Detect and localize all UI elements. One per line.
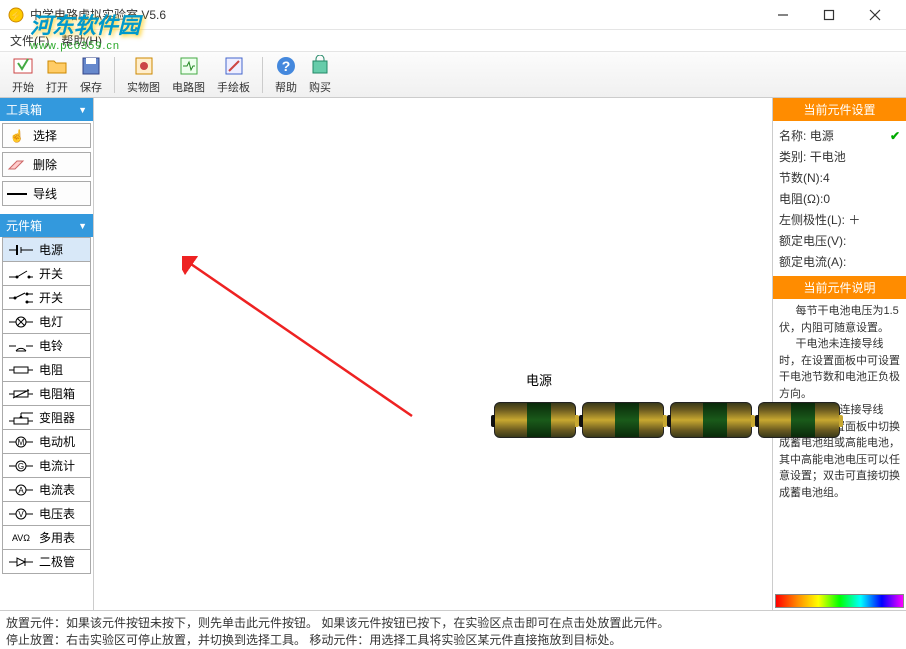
bell-symbol-icon	[7, 339, 35, 353]
tool-delete[interactable]: 删除	[2, 152, 91, 177]
diode-symbol-icon	[7, 555, 35, 569]
start-icon	[12, 55, 34, 77]
menu-help[interactable]: 帮助(H)	[55, 32, 108, 49]
toolbar-buy[interactable]: 购买	[303, 53, 337, 97]
battery-pack[interactable]	[494, 402, 840, 438]
statusbar: 放置元件：如果该元件按钮未按下，则先单击此元件按钮。 如果该元件按钮已按下，在实…	[0, 610, 906, 648]
buy-icon	[309, 55, 331, 77]
rheostat-symbol-icon	[7, 411, 35, 425]
toolbar-open[interactable]: 打开	[40, 53, 74, 97]
prop-type[interactable]: 类别: 干电池	[779, 146, 900, 167]
comp-resistor[interactable]: 电阻	[2, 358, 91, 382]
multimeter-symbol-icon: AVΩ	[7, 531, 35, 545]
toolbar-help[interactable]: ?帮助	[269, 53, 303, 97]
tool-wire[interactable]: 导线	[2, 181, 91, 206]
prop-resistance[interactable]: 电阻(Ω):0	[779, 188, 900, 209]
toolbox-header[interactable]: 工具箱▼	[0, 98, 93, 121]
voltmeter-symbol-icon: V	[7, 507, 35, 521]
motor-symbol-icon: M	[7, 435, 35, 449]
toolbar-real[interactable]: 实物图	[121, 53, 166, 97]
resistor-symbol-icon	[7, 363, 35, 377]
menubar: 文件(F) 帮助(H)	[0, 30, 906, 52]
svg-text:V: V	[18, 510, 24, 519]
draw-icon	[223, 55, 245, 77]
toolbar-start[interactable]: 开始	[6, 53, 40, 97]
prop-current[interactable]: 额定电流(A):	[779, 251, 900, 272]
left-panel: 工具箱▼ ☝选择 删除 导线 元件箱▼ 电源 开关 开关 电灯 电铃 电阻 电阻…	[0, 98, 94, 610]
lamp-symbol-icon	[7, 315, 35, 329]
pointer-icon: ☝	[7, 129, 27, 143]
status-line1: 放置元件：如果该元件按钮未按下，则先单击此元件按钮。 如果该元件按钮已按下，在实…	[6, 615, 900, 632]
compbox-header[interactable]: 元件箱▼	[0, 214, 93, 237]
toolbar-draw[interactable]: 手绘板	[211, 53, 256, 97]
props-header: 当前元件设置	[773, 98, 906, 121]
toolbar-circuit[interactable]: 电路图	[166, 53, 211, 97]
prop-voltage[interactable]: 额定电压(V):	[779, 230, 900, 251]
battery-cell	[582, 402, 664, 438]
real-icon	[133, 55, 155, 77]
comp-multimeter[interactable]: AVΩ多用表	[2, 526, 91, 550]
svg-text:⚡: ⚡	[10, 9, 22, 22]
battery-cell	[670, 402, 752, 438]
app-icon: ⚡	[8, 7, 24, 23]
desc-header: 当前元件说明	[773, 276, 906, 299]
help-icon: ?	[275, 55, 297, 77]
toolbar: 开始 打开 保存 实物图 电路图 手绘板 ?帮助 购买	[0, 52, 906, 98]
battery-cell	[758, 402, 840, 438]
comp-ammeter[interactable]: A电流表	[2, 478, 91, 502]
desc-text: 每节干电池电压为1.5伏，内阻可随意设置。 干电池未连接导线时，在设置面板中可设…	[773, 299, 906, 592]
comp-switch2[interactable]: 开关	[2, 286, 91, 310]
comp-switch1[interactable]: 开关	[2, 262, 91, 286]
battery-cell	[494, 402, 576, 438]
circuit-icon	[178, 55, 200, 77]
comp-rheostat[interactable]: 变阻器	[2, 406, 91, 430]
titlebar: ⚡ 中学电路虚拟实验室 V5.6	[0, 0, 906, 30]
eraser-icon	[7, 158, 27, 172]
wire-icon	[7, 187, 27, 201]
switch2-symbol-icon	[7, 291, 35, 305]
color-picker-bar[interactable]	[775, 594, 904, 608]
right-panel: 当前元件设置 名称: 电源✔ 类别: 干电池 节数(N):4 电阻(Ω):0 左…	[772, 98, 906, 610]
props-list: 名称: 电源✔ 类别: 干电池 节数(N):4 电阻(Ω):0 左侧极性(L):…	[773, 121, 906, 276]
galv-symbol-icon: G	[7, 459, 35, 473]
prop-name[interactable]: 名称: 电源✔	[779, 125, 900, 146]
window-title: 中学电路虚拟实验室 V5.6	[30, 6, 760, 23]
svg-text:M: M	[18, 438, 25, 447]
comp-diode[interactable]: 二极管	[2, 550, 91, 574]
comp-voltmeter[interactable]: V电压表	[2, 502, 91, 526]
minimize-button[interactable]	[760, 0, 806, 30]
tool-select[interactable]: ☝选择	[2, 123, 91, 148]
comp-motor[interactable]: M电动机	[2, 430, 91, 454]
close-button[interactable]	[852, 0, 898, 30]
comp-lamp[interactable]: 电灯	[2, 310, 91, 334]
svg-text:?: ?	[282, 58, 291, 74]
annotation-arrow	[182, 256, 422, 426]
resbox-symbol-icon	[7, 387, 35, 401]
prop-polarity[interactable]: 左侧极性(L): ＋	[779, 209, 900, 230]
comp-resbox[interactable]: 电阻箱	[2, 382, 91, 406]
svg-text:A: A	[18, 486, 24, 495]
canvas[interactable]: 电源	[94, 98, 772, 610]
prop-count[interactable]: 节数(N):4	[779, 167, 900, 188]
canvas-component-label: 电源	[526, 370, 552, 389]
ammeter-symbol-icon: A	[7, 483, 35, 497]
comp-power[interactable]: 电源	[2, 237, 91, 262]
toolbar-save[interactable]: 保存	[74, 53, 108, 97]
save-icon	[80, 55, 102, 77]
status-line2: 停止放置：右击实验区可停止放置，并切换到选择工具。 移动元件：用选择工具将实验区…	[6, 632, 900, 649]
comp-bell[interactable]: 电铃	[2, 334, 91, 358]
maximize-button[interactable]	[806, 0, 852, 30]
svg-text:G: G	[18, 462, 24, 471]
power-symbol-icon	[7, 243, 35, 257]
menu-file[interactable]: 文件(F)	[4, 32, 55, 49]
open-icon	[46, 55, 68, 77]
switch-symbol-icon	[7, 267, 35, 281]
comp-galvanometer[interactable]: G电流计	[2, 454, 91, 478]
check-icon: ✔	[890, 129, 900, 143]
